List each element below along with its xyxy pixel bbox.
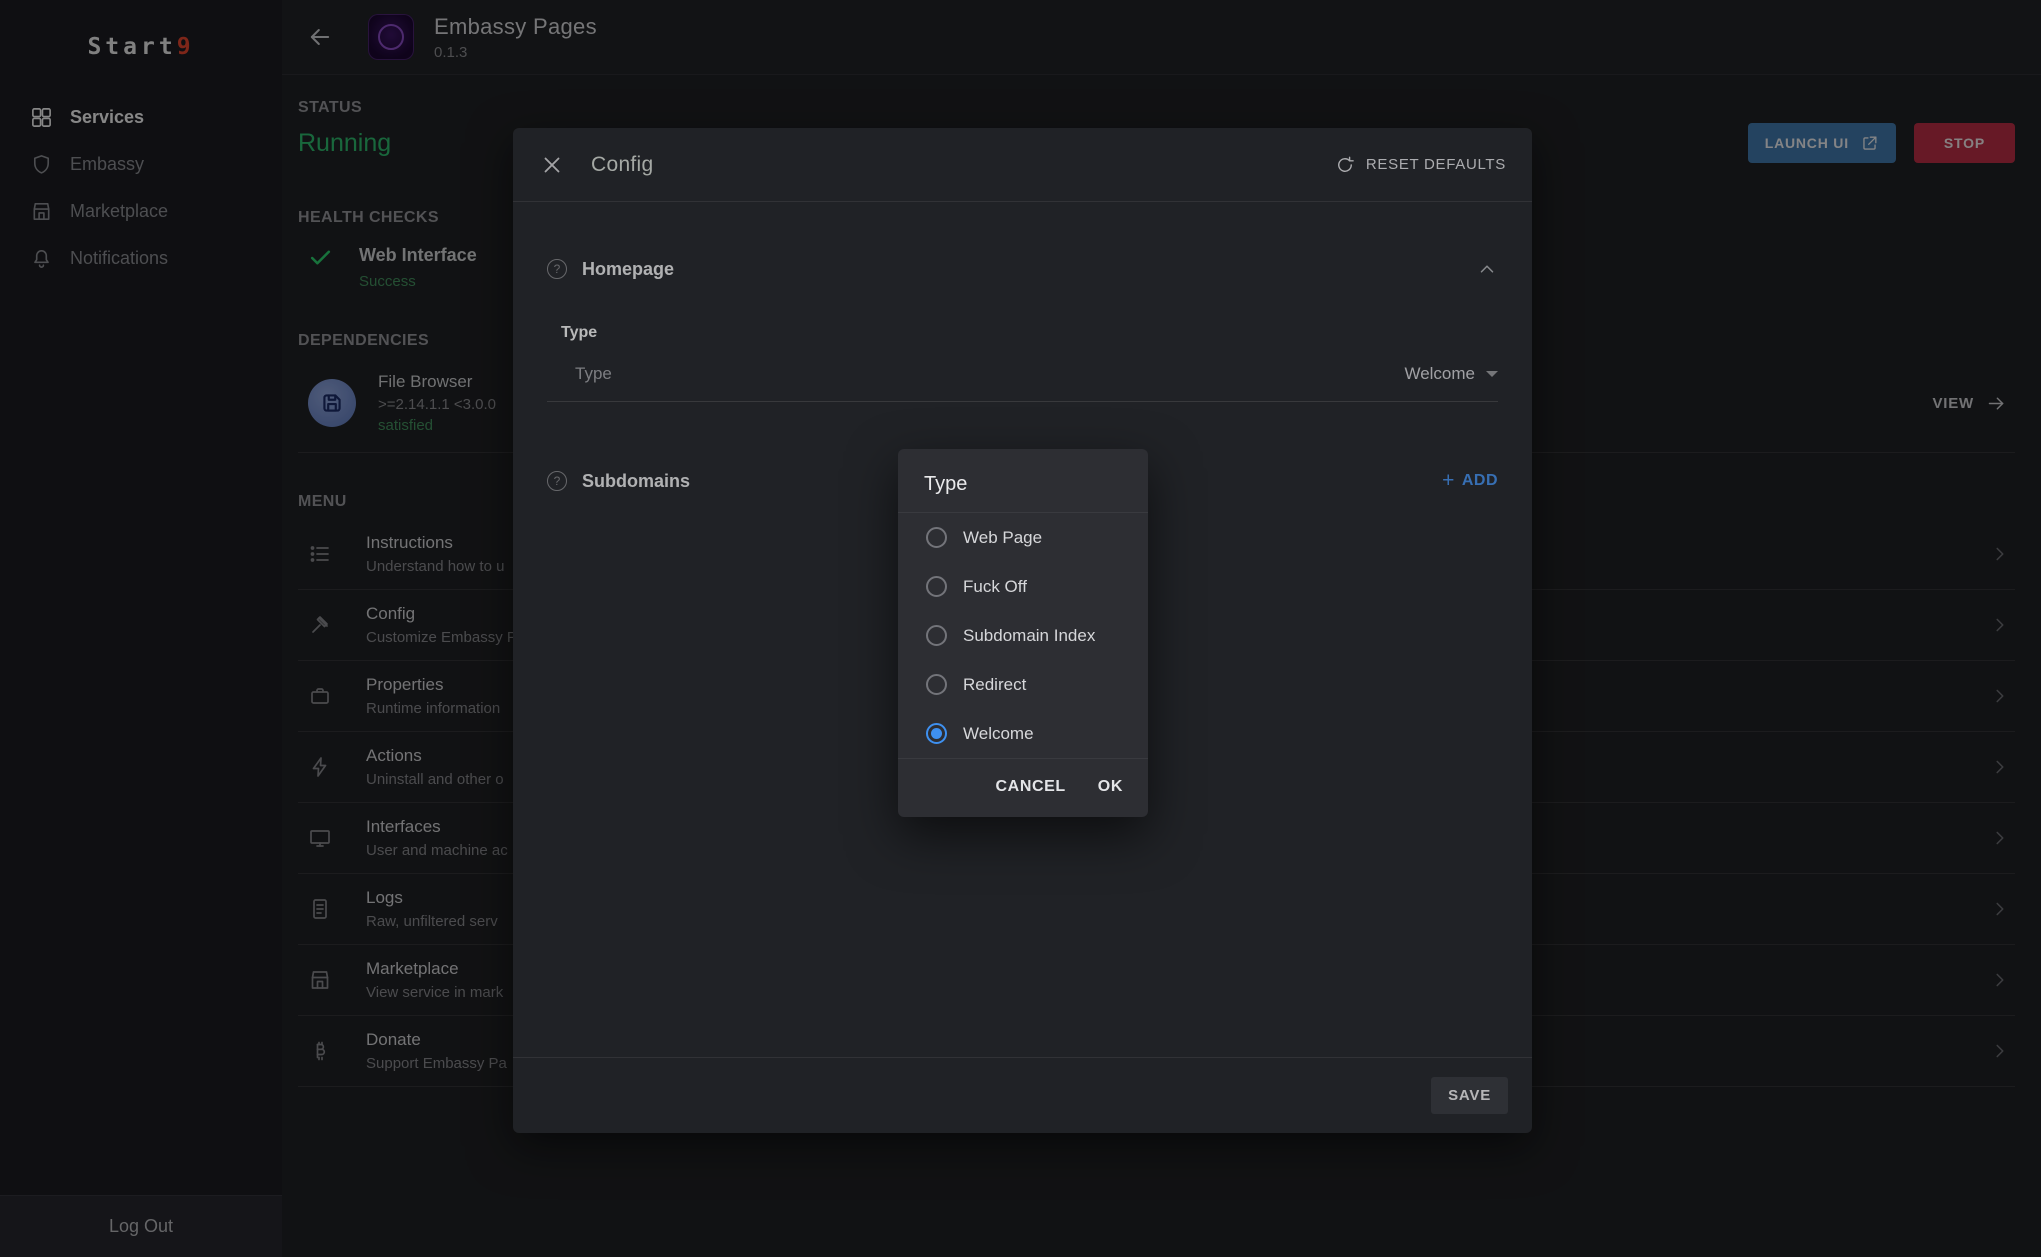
radio-option-label: Subdomain Index [963,626,1095,646]
radio-option-label: Welcome [963,724,1034,744]
radio-option-subdomain-index[interactable]: Subdomain Index [898,611,1148,660]
alert-radio-group: Web Page Fuck Off Subdomain Index Redire… [898,512,1148,759]
radio-option-label: Web Page [963,528,1042,548]
radio-option-fuck-off[interactable]: Fuck Off [898,562,1148,611]
radio-icon [926,674,947,695]
radio-icon [926,576,947,597]
type-alert: Type Web Page Fuck Off Subdomain Index R… [898,449,1148,817]
cancel-button[interactable]: CANCEL [983,767,1079,807]
alert-buttons: CANCEL OK [898,759,1148,817]
radio-icon [926,625,947,646]
radio-option-redirect[interactable]: Redirect [898,660,1148,709]
app-root: Start9 Services Embassy Marketplace Noti… [0,0,2041,1257]
alert-title: Type [898,449,1148,512]
radio-selected-icon [926,723,947,744]
radio-option-web-page[interactable]: Web Page [898,513,1148,562]
radio-icon [926,527,947,548]
ok-button[interactable]: OK [1085,767,1136,807]
radio-option-label: Fuck Off [963,577,1027,597]
radio-option-label: Redirect [963,675,1026,695]
radio-option-welcome[interactable]: Welcome [898,709,1148,758]
